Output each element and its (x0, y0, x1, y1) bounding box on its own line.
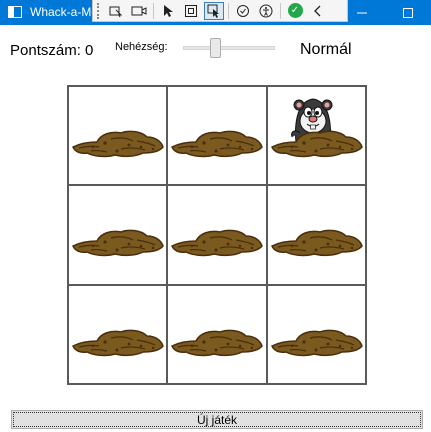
dirt-mound (171, 229, 264, 257)
mole-hole-cell[interactable] (68, 185, 168, 285)
binding-failures-icon[interactable] (233, 2, 253, 20)
select-element-icon[interactable] (106, 2, 126, 20)
check-icon[interactable]: ✓ (285, 2, 305, 20)
mole-hole-cell[interactable] (167, 86, 267, 186)
dirt-mound (72, 130, 164, 158)
mole-hole-cell[interactable] (68, 284, 168, 384)
window-controls (339, 0, 431, 25)
mole-hole-cell[interactable] (266, 185, 366, 285)
dirt-mound (171, 329, 264, 356)
dirt-mound (171, 130, 264, 158)
accessibility-icon[interactable] (256, 2, 276, 20)
app-window-icon (8, 6, 22, 18)
dirt-mound (270, 329, 363, 356)
difficulty-label: Nehézség: (115, 41, 168, 53)
grip-icon[interactable] (97, 2, 101, 19)
collapse-icon[interactable] (308, 2, 328, 20)
record-icon[interactable] (129, 2, 149, 20)
dirt-mound (270, 229, 363, 257)
dirt-mound (72, 229, 164, 257)
mole-hole-cell[interactable] (167, 284, 267, 384)
minimize-icon[interactable] (339, 0, 385, 25)
pointer-icon[interactable] (158, 2, 178, 20)
toolbar-separator (280, 2, 281, 19)
mole-hole-cell[interactable] (266, 86, 366, 186)
dirt-mound (72, 329, 164, 356)
mole-hole-cell[interactable] (167, 185, 267, 285)
xaml-debug-toolbar: ✓ (92, 0, 348, 22)
mole-hole-cell[interactable] (266, 284, 366, 384)
adorner-icon[interactable] (181, 2, 201, 20)
score-value: 0 (85, 42, 94, 59)
toolbar-separator (153, 2, 154, 19)
difficulty-slider[interactable] (183, 38, 275, 58)
window-title: Whack-a-Mole (30, 5, 92, 19)
toolbar-separator (228, 2, 229, 19)
track-focus-icon[interactable] (204, 1, 224, 20)
score-display: Pontszám: 0 (10, 42, 93, 59)
difficulty-value: Normál (300, 41, 352, 58)
dirt-mound (270, 130, 363, 158)
slider-thumb[interactable] (210, 38, 221, 58)
score-label: Pontszám: (10, 42, 81, 59)
game-grid (67, 85, 367, 385)
maximize-icon[interactable] (385, 0, 431, 25)
mole-hole-cell[interactable] (68, 86, 168, 186)
slider-track[interactable] (183, 46, 275, 50)
new-game-button[interactable]: Új játék (11, 410, 423, 429)
title-bar: Whack-a-Mole ✓ (0, 0, 431, 25)
